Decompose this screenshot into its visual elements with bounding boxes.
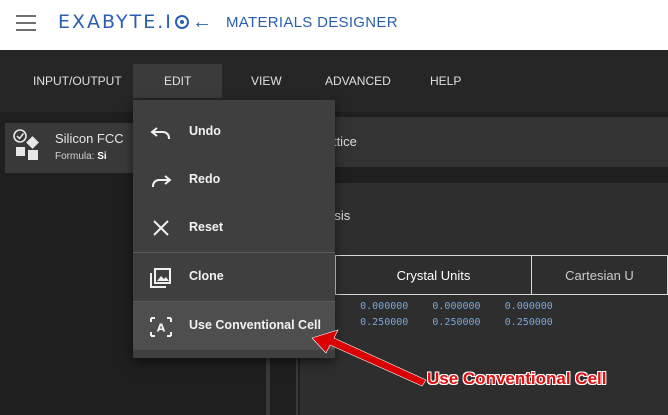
tab-input-output[interactable]: INPUT/OUTPUT — [33, 66, 122, 96]
material-formula: Formula: Si — [55, 151, 107, 162]
tab-help[interactable]: HELP — [430, 66, 461, 96]
panel-divider — [266, 350, 270, 415]
menu-item-clone[interactable]: Clone — [133, 253, 335, 301]
svg-text:A: A — [157, 322, 166, 335]
formula-value: Si — [97, 151, 107, 162]
annotation-arrow-icon — [311, 329, 427, 387]
menu-item-redo[interactable]: Redo — [133, 156, 335, 204]
panel-divider — [296, 350, 298, 415]
top-header: EXABYTE.I ← MATERIALS DESIGNER — [0, 0, 668, 50]
tab-view[interactable]: VIEW — [251, 66, 282, 96]
app-title: MATERIALS DESIGNER — [226, 14, 398, 31]
material-shapes-icon — [13, 129, 39, 160]
annotation-label: Use Conventional Cell — [427, 369, 607, 388]
coord-x: 0.000000 — [360, 301, 409, 312]
logo-mark-icon — [174, 15, 189, 29]
lattice-panel[interactable]: l Lattice — [300, 117, 668, 167]
logo-text: EXABYTE.I — [58, 11, 173, 33]
close-icon — [153, 220, 169, 236]
exabyte-logo[interactable]: EXABYTE.I — [58, 11, 189, 33]
coordinate-row: i 0.000000 0.000000 0.000000 — [330, 301, 553, 317]
tab-edit[interactable]: EDIT — [133, 64, 223, 98]
units-tabs: Crystal Units Cartesian U — [335, 255, 668, 295]
coord-y: 0.250000 — [432, 317, 481, 328]
material-list-item[interactable]: Silicon FCC Formula: Si — [5, 123, 140, 173]
conventional-cell-icon: A — [150, 317, 172, 337]
tab-crystal-units[interactable]: Crystal Units — [335, 255, 532, 295]
tab-cartesian-units[interactable]: Cartesian U — [532, 255, 668, 295]
hamburger-menu-icon[interactable] — [16, 15, 36, 31]
coord-y: 0.000000 — [432, 301, 481, 312]
coord-z: 0.250000 — [504, 317, 553, 328]
formula-label: Formula: — [55, 151, 95, 162]
menu-item-label: Redo — [189, 172, 221, 186]
menu-item-reset[interactable]: Reset — [133, 204, 335, 252]
redo-icon — [152, 175, 172, 187]
menu-item-label: Reset — [189, 220, 224, 234]
back-arrow-icon[interactable]: ← — [192, 11, 212, 34]
menu-item-undo[interactable]: Undo — [133, 108, 335, 156]
material-name: Silicon FCC — [55, 131, 124, 146]
undo-icon — [150, 127, 170, 139]
menu-item-label: Clone — [189, 269, 224, 283]
menu-item-label: Undo — [189, 124, 221, 138]
image-icon — [150, 268, 171, 288]
tab-advanced[interactable]: ADVANCED — [325, 66, 391, 96]
coord-z: 0.000000 — [504, 301, 553, 312]
